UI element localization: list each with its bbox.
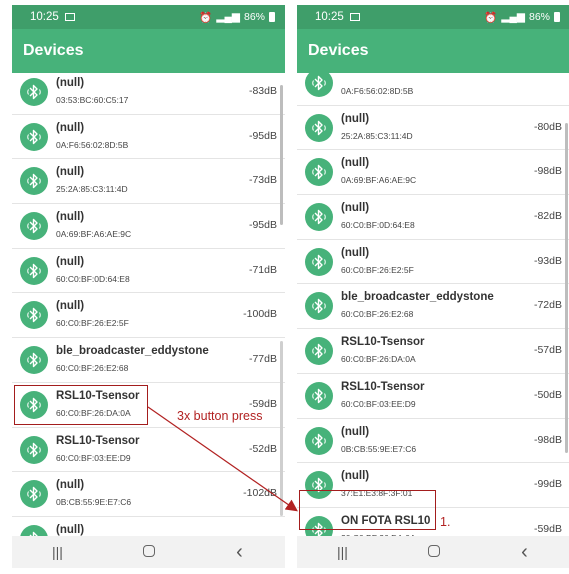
- annotation-arrow: [147, 406, 298, 512]
- button-press-annotation: 3x button press: [177, 409, 263, 423]
- step-number-annotation: 1.: [440, 515, 451, 529]
